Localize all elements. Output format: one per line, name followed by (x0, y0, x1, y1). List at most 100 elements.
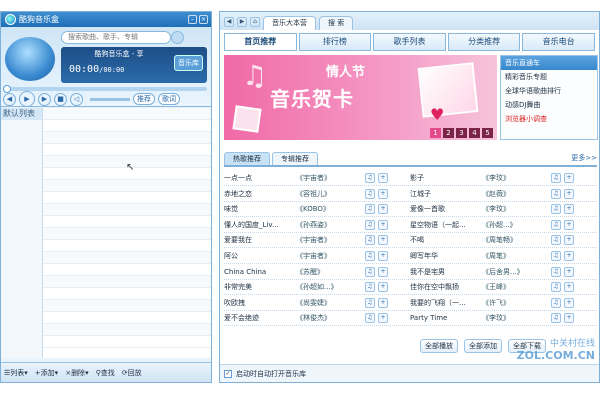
close-icon[interactable]: × (199, 15, 208, 24)
song-row[interactable]: 非常完美 《孙超如...》 ♫ + (224, 281, 388, 293)
previous-icon[interactable]: ◀ (3, 92, 16, 106)
song-row[interactable]: 爱像一首歌 《李玟》 ♫ + (410, 203, 574, 215)
song-artist[interactable]: 《周笔》 (482, 251, 548, 261)
add-icon[interactable]: + (564, 297, 574, 308)
song-title[interactable]: 卿写年华 (410, 251, 482, 261)
listen-icon[interactable]: ♫ (365, 266, 375, 277)
add-icon[interactable]: + (378, 173, 388, 183)
song-title[interactable]: 爱像一首歌 (410, 204, 482, 214)
song-title[interactable]: 赤地之恋 (224, 189, 296, 199)
song-title[interactable]: 我不是宅男 (410, 267, 482, 277)
add-icon[interactable]: + (564, 313, 574, 324)
song-row[interactable]: 影子 《李玟》 ♫ + (410, 172, 574, 184)
tab-charts[interactable]: 排行榜 (298, 33, 372, 51)
song-title[interactable]: 懂人的国度_Liv... (224, 220, 296, 230)
add-icon[interactable]: + (378, 282, 388, 293)
song-artist[interactable]: 《宇宙者》 (296, 173, 362, 183)
song-artist[interactable]: 《孙超如...》 (296, 282, 362, 292)
next-icon[interactable]: ▶ (38, 92, 51, 106)
song-artist[interactable]: 《后舍男...》 (482, 267, 548, 277)
song-title[interactable]: 爱不会绝迹 (224, 313, 296, 323)
song-title[interactable]: 佳你在空中飘扬 (410, 282, 482, 292)
song-artist[interactable]: 《王峰》 (482, 282, 548, 292)
listen-icon[interactable]: ♫ (365, 188, 375, 199)
add-icon[interactable]: + (564, 188, 574, 199)
song-row[interactable]: 阿公 《宇宙者》 ♫ + (224, 250, 388, 262)
add-icon[interactable]: + (378, 235, 388, 246)
add-icon[interactable]: + (564, 282, 574, 293)
song-row[interactable]: 不喝 《周笔畅》 ♫ + (410, 234, 574, 246)
song-row[interactable]: 爱要我在 《宇宙者》 ♫ + (224, 234, 388, 246)
music-library-button[interactable]: 音乐库 (174, 55, 203, 71)
song-title[interactable]: 我要的飞翔（一... (410, 298, 482, 308)
stop-icon[interactable]: ■ (54, 92, 67, 106)
news-link[interactable]: 动感DJ舞曲 (501, 98, 597, 112)
home-icon[interactable]: ⌂ (250, 17, 260, 27)
song-row[interactable]: 我不是宅男 《后舍男...》 ♫ + (410, 266, 574, 278)
song-title[interactable]: 江城子 (410, 189, 482, 199)
add-icon[interactable]: + (378, 219, 388, 230)
song-row[interactable]: 懂人的国度_Liv... 《孙燕姿》 ♫ + (224, 219, 388, 231)
song-row[interactable]: 赤地之恋 《容祖儿》 ♫ + (224, 188, 388, 200)
song-artist[interactable]: 《许飞》 (482, 298, 548, 308)
playlist-default[interactable]: 默认列表 (1, 108, 42, 120)
add-icon[interactable]: + (378, 297, 388, 308)
song-title[interactable]: 非常完美 (224, 282, 296, 292)
listen-icon[interactable]: ♫ (551, 173, 561, 183)
song-title[interactable]: 爱要我在 (224, 235, 296, 245)
listen-icon[interactable]: ♫ (551, 251, 561, 261)
add-icon[interactable]: + (564, 251, 574, 261)
song-title[interactable]: Party Time (410, 314, 482, 322)
seek-handle[interactable] (3, 85, 11, 93)
song-row[interactable]: China China 《苏醒》 ♫ + (224, 266, 388, 278)
add-all-button[interactable]: 全部添加 (464, 339, 502, 353)
song-title[interactable]: 味觉 (224, 204, 296, 214)
playback-mode-button[interactable]: ⟳回放 (122, 368, 142, 378)
listen-icon[interactable]: ♫ (365, 282, 375, 293)
add-icon[interactable]: + (378, 251, 388, 261)
tab-categories[interactable]: 分类推荐 (447, 33, 521, 51)
seek-slider[interactable] (3, 85, 207, 93)
listen-icon[interactable]: ♫ (551, 266, 561, 277)
volume-icon[interactable]: ◁ (70, 92, 83, 106)
play-all-button[interactable]: 全部播放 (420, 339, 458, 353)
find-button[interactable]: ⚲查找 (96, 368, 115, 378)
song-title[interactable]: 影子 (410, 173, 482, 183)
tab-search[interactable]: 搜 索 (319, 16, 354, 30)
forward-icon[interactable]: ▶ (237, 17, 247, 27)
recommend-button[interactable]: 推荐 (133, 93, 155, 105)
song-artist[interactable]: 《苏醒》 (296, 267, 362, 277)
song-artist[interactable]: 《李玟》 (482, 313, 548, 323)
listen-icon[interactable]: ♫ (365, 204, 375, 215)
minimize-icon[interactable]: – (188, 15, 197, 24)
song-row[interactable]: 吹欧拽 《尚雯婕》 ♫ + (224, 297, 388, 309)
song-row[interactable]: 佳你在空中飘扬 《王峰》 ♫ + (410, 281, 574, 293)
song-title[interactable]: China China (224, 268, 296, 276)
add-icon[interactable]: + (564, 219, 574, 230)
song-row[interactable]: 星空物语（一起... 《孙超...》 ♫ + (410, 219, 574, 231)
add-icon[interactable]: + (378, 266, 388, 277)
song-row[interactable]: 江城子 《赵薇》 ♫ + (410, 188, 574, 200)
listen-icon[interactable]: ♫ (365, 235, 375, 246)
add-icon[interactable]: + (378, 204, 388, 215)
listen-icon[interactable]: ♫ (365, 297, 375, 308)
song-title[interactable]: 阿公 (224, 251, 296, 261)
song-artist[interactable]: 《容祖儿》 (296, 189, 362, 199)
banner-page[interactable]: 3 (456, 128, 467, 138)
more-link[interactable]: 更多>> (571, 153, 597, 163)
song-artist[interactable]: 《李玟》 (482, 173, 548, 183)
listen-icon[interactable]: ♫ (365, 251, 375, 261)
song-artist[interactable]: 《赵薇》 (482, 189, 548, 199)
news-link[interactable]: 全球华语歌曲排行 (501, 84, 597, 98)
song-artist[interactable]: 《林俊杰》 (296, 313, 362, 323)
song-artist[interactable]: 《KOBO》 (296, 204, 362, 214)
song-row[interactable]: 卿写年华 《周笔》 ♫ + (410, 250, 574, 262)
song-row[interactable]: Party Time 《李玟》 ♫ + (410, 312, 574, 324)
banner-page[interactable]: 1 (430, 128, 441, 138)
add-icon[interactable]: + (378, 188, 388, 199)
add-icon[interactable]: + (564, 266, 574, 277)
song-artist[interactable]: 《宇宙者》 (296, 235, 362, 245)
banner-page[interactable]: 5 (482, 128, 493, 138)
listen-icon[interactable]: ♫ (551, 204, 561, 215)
tab-radio[interactable]: 音乐电台 (522, 33, 595, 51)
